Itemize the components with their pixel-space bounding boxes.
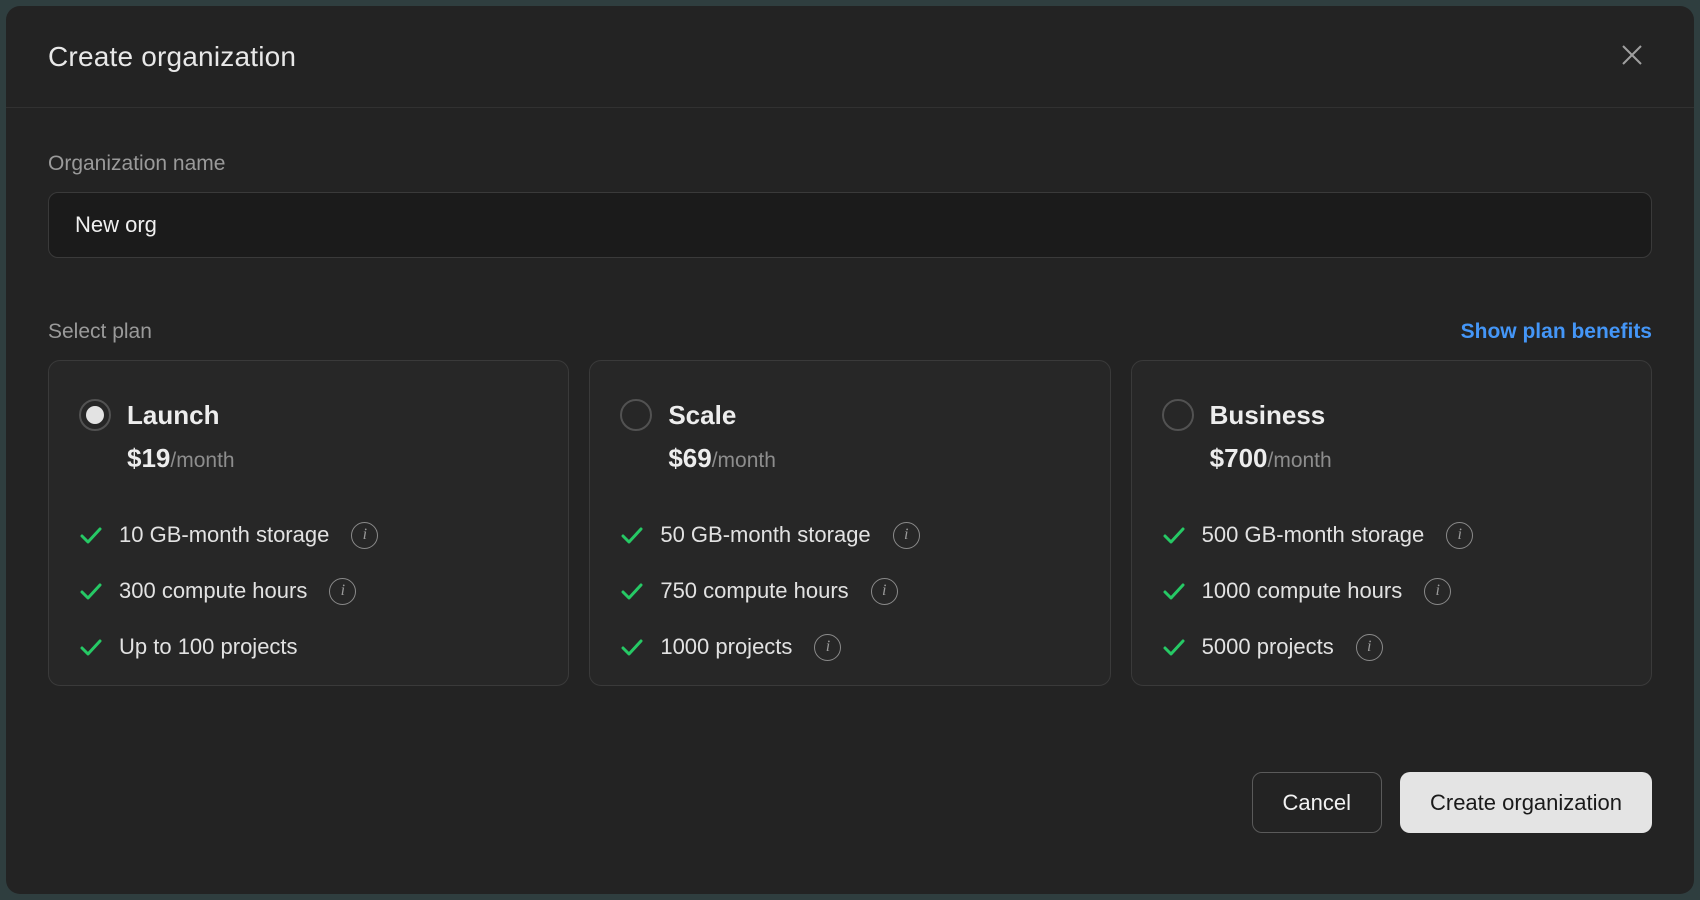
info-icon[interactable]: i [1446,522,1473,549]
check-icon [620,523,644,547]
plan-feature-list: 500 GB-month storage i 1000 compute hour… [1162,520,1623,662]
plan-radio[interactable] [79,399,111,431]
modal-footer: Cancel Create organization [6,772,1694,833]
feature-text: 10 GB-month storage [119,522,329,548]
info-icon[interactable]: i [893,522,920,549]
info-icon[interactable]: i [814,634,841,661]
org-name-input[interactable] [48,192,1652,258]
plan-name: Business [1210,400,1326,431]
feature-text: 1000 projects [660,634,792,660]
check-icon [79,579,103,603]
plan-feature: 1000 projects i [620,632,1081,662]
plan-card-business[interactable]: Business $700/month 500 GB-month storage… [1131,360,1652,686]
check-icon [79,635,103,659]
check-icon [79,523,103,547]
modal-body: Organization name Select plan Show plan … [6,152,1694,686]
info-icon[interactable]: i [1424,578,1451,605]
plan-feature: 5000 projects i [1162,632,1623,662]
feature-text: 300 compute hours [119,578,307,604]
feature-text: Up to 100 projects [119,634,298,660]
check-icon [620,579,644,603]
plan-price-period: /month [170,449,234,473]
plan-feature: 500 GB-month storage i [1162,520,1623,550]
plan-list: Launch $19/month 10 GB-month storage i 3… [48,360,1652,686]
plan-price: $19 [127,443,170,474]
check-icon [620,635,644,659]
feature-text: 5000 projects [1202,634,1334,660]
info-icon[interactable]: i [1356,634,1383,661]
modal-header: Create organization [6,6,1694,108]
plan-radio[interactable] [620,399,652,431]
check-icon [1162,523,1186,547]
plan-feature: 300 compute hours i [79,576,540,606]
modal-title: Create organization [48,41,296,73]
show-plan-benefits-link[interactable]: Show plan benefits [1461,320,1652,344]
plan-price-period: /month [1268,449,1332,473]
check-icon [1162,579,1186,603]
close-button[interactable] [1614,39,1650,75]
feature-text: 750 compute hours [660,578,848,604]
org-name-label: Organization name [48,152,1652,176]
feature-text: 50 GB-month storage [660,522,870,548]
feature-text: 1000 compute hours [1202,578,1403,604]
plan-feature: 10 GB-month storage i [79,520,540,550]
feature-text: 500 GB-month storage [1202,522,1425,548]
select-plan-label: Select plan [48,320,152,344]
plan-price-period: /month [712,449,776,473]
plan-name: Scale [668,400,736,431]
plan-price: $700 [1210,443,1268,474]
plan-feature: 1000 compute hours i [1162,576,1623,606]
plan-feature: Up to 100 projects i [79,632,540,662]
plan-price: $69 [668,443,711,474]
plan-card-launch[interactable]: Launch $19/month 10 GB-month storage i 3… [48,360,569,686]
plan-radio[interactable] [1162,399,1194,431]
close-icon [1617,40,1647,73]
info-icon[interactable]: i [351,522,378,549]
plan-feature-list: 50 GB-month storage i 750 compute hours … [620,520,1081,662]
plan-card-scale[interactable]: Scale $69/month 50 GB-month storage i 75… [589,360,1110,686]
info-icon[interactable]: i [871,578,898,605]
info-icon[interactable]: i [329,578,356,605]
create-organization-button[interactable]: Create organization [1400,772,1652,833]
check-icon [1162,635,1186,659]
cancel-button[interactable]: Cancel [1252,772,1382,833]
plan-feature-list: 10 GB-month storage i 300 compute hours … [79,520,540,662]
plan-feature: 50 GB-month storage i [620,520,1081,550]
create-organization-modal: Create organization Organization name Se… [6,6,1694,894]
plan-name: Launch [127,400,219,431]
plan-feature: 750 compute hours i [620,576,1081,606]
